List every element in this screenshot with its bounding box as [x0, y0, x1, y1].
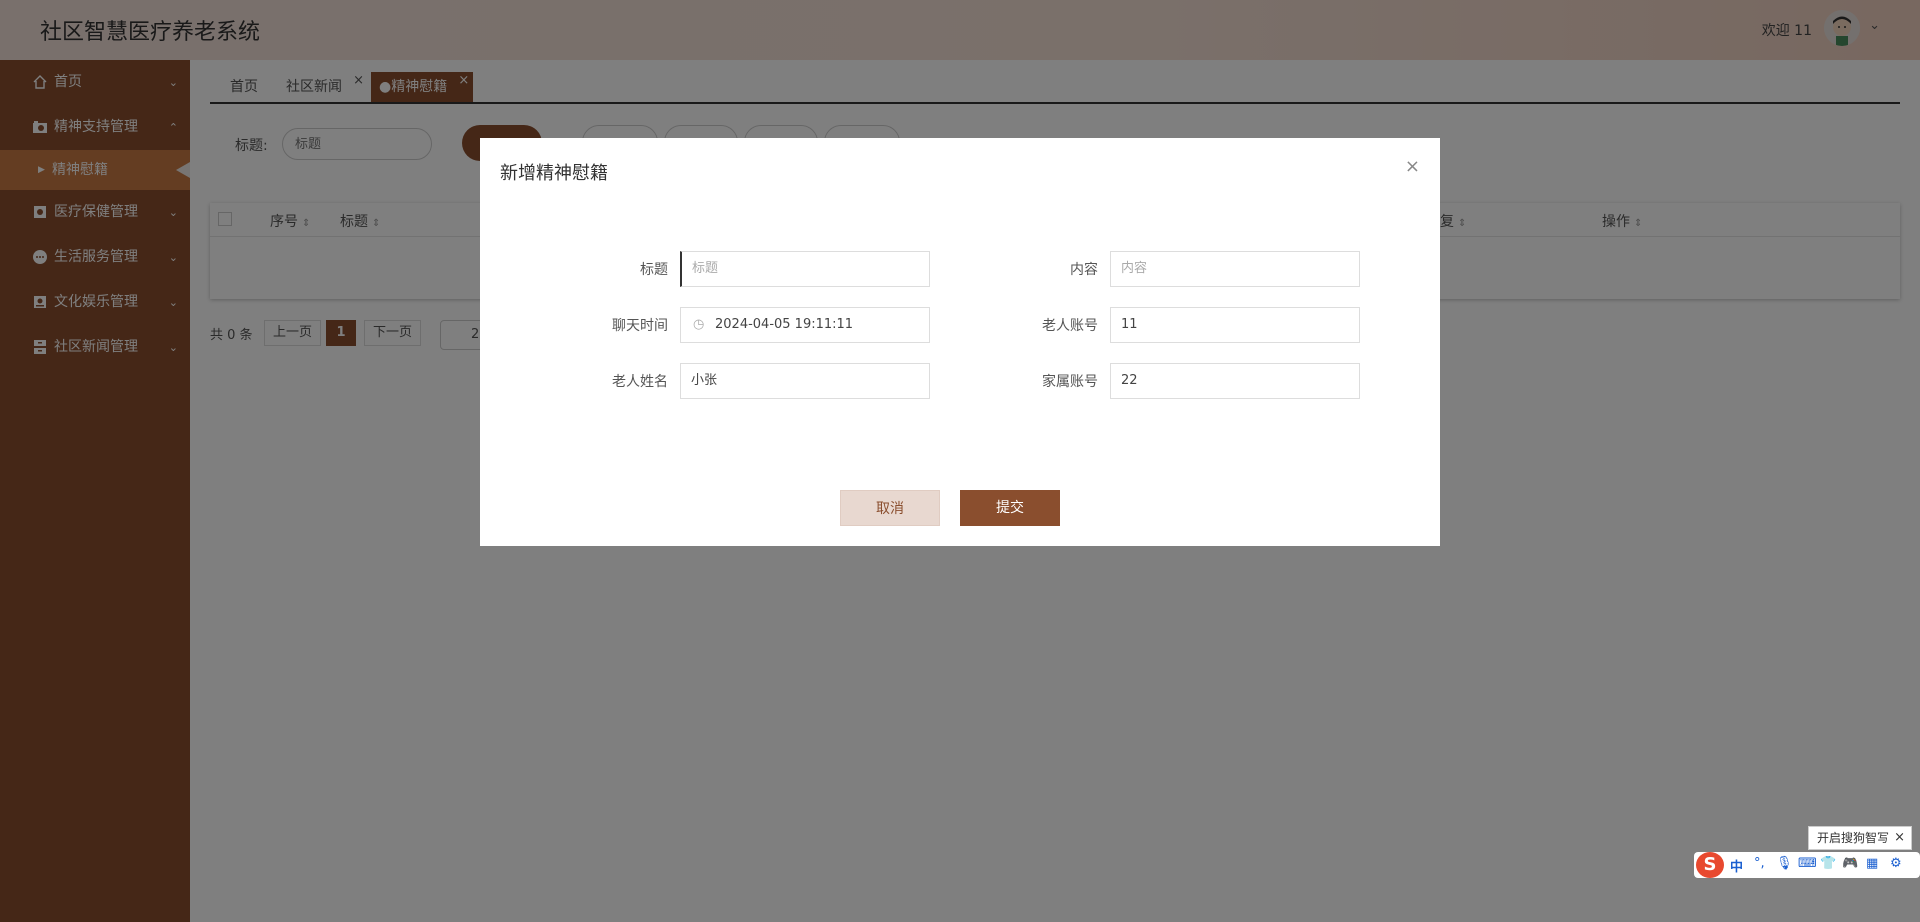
settings-icon[interactable]: ⚙ [1890, 856, 1902, 871]
add-dialog: 新增精神慰籍 × 标题 标题 内容 内容 聊天时间 ◷ 2024-04-05 1… [480, 138, 1440, 546]
field-content-label: 内容 [1070, 262, 1098, 278]
microphone-icon[interactable]: 🎙 [1776, 856, 1793, 871]
punctuation-icon[interactable]: °, [1754, 856, 1765, 871]
ime-toolbar: S 中 °, 🎙 ⌨ 👕 🎮 ▦ ⚙ [1694, 852, 1920, 878]
family-account-input[interactable]: 22 [1110, 363, 1360, 399]
dialog-title: 新增精神慰籍 [500, 163, 608, 184]
clock-icon: ◷ [693, 317, 705, 332]
skin-icon[interactable]: 👕 [1820, 856, 1836, 871]
content-input[interactable]: 内容 [1110, 251, 1360, 287]
ime-smart-write-tip[interactable]: 开启搜狗智写 × [1808, 826, 1912, 850]
field-family-account-label: 家属账号 [1042, 374, 1098, 390]
grid-icon[interactable]: ▦ [1866, 856, 1878, 871]
gamepad-icon[interactable]: 🎮 [1842, 856, 1858, 871]
field-elder-name-label: 老人姓名 [612, 374, 668, 390]
sogou-logo-icon[interactable]: S [1696, 852, 1724, 878]
chat-time-picker[interactable]: ◷ 2024-04-05 19:11:11 [680, 307, 930, 343]
ime-tip-text: 开启搜狗智写 [1817, 831, 1890, 845]
elder-name-input[interactable]: 小张 [680, 363, 930, 399]
close-icon[interactable]: × [1405, 156, 1420, 177]
title-input[interactable]: 标题 [680, 251, 930, 287]
field-title-label: 标题 [640, 262, 668, 278]
chat-time-value: 2024-04-05 19:11:11 [715, 317, 854, 332]
field-chat-time-label: 聊天时间 [612, 318, 668, 334]
ime-lang-toggle[interactable]: 中 [1730, 856, 1743, 875]
submit-button[interactable]: 提交 [960, 490, 1060, 526]
close-icon[interactable]: × [1894, 827, 1905, 849]
cancel-button[interactable]: 取消 [840, 490, 940, 526]
field-elder-account-label: 老人账号 [1042, 318, 1098, 334]
elder-account-input[interactable]: 11 [1110, 307, 1360, 343]
keyboard-icon[interactable]: ⌨ [1798, 856, 1817, 871]
